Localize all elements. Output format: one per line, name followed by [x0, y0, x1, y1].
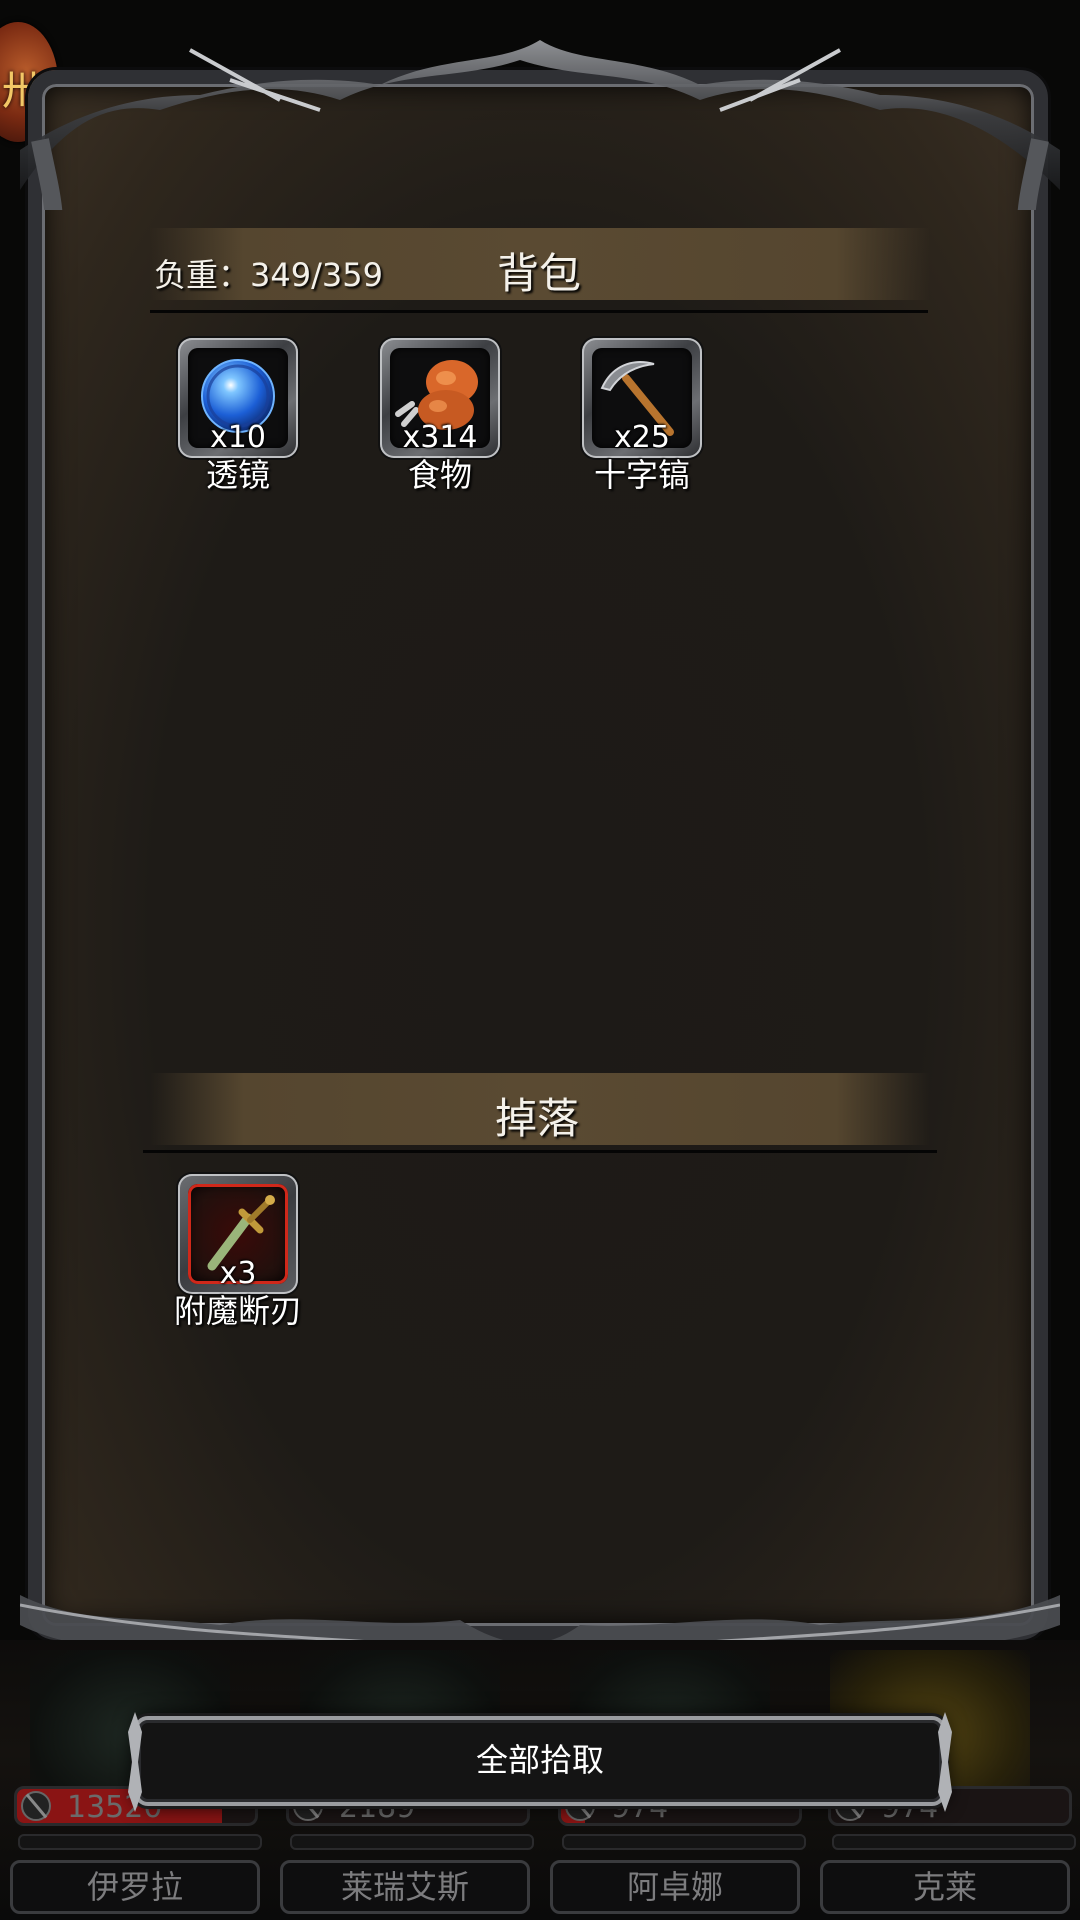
sword-stat-icon — [21, 1791, 51, 1821]
item-name: 附魔断刃 — [173, 1292, 302, 1330]
party-member-name[interactable]: 阿卓娜 — [550, 1860, 800, 1914]
party-member-name[interactable]: 莱瑞艾斯 — [280, 1860, 530, 1914]
backpack-title: 背包 — [497, 249, 582, 298]
party-member-name[interactable]: 克莱 — [820, 1860, 1070, 1914]
party-mp-bar — [832, 1834, 1076, 1850]
party-mp-bar — [18, 1834, 262, 1850]
party-mp-bar — [562, 1834, 806, 1850]
item-name: 十字镐 — [593, 456, 690, 494]
drop-item-enchanted-blade[interactable]: x3 附魔断刃 — [174, 1174, 306, 1330]
collect-all-button[interactable]: 全部拾取 — [128, 1712, 952, 1812]
party-mp-bar — [290, 1834, 534, 1850]
drops-header-rule — [143, 1150, 937, 1153]
backpack-item-pickaxe[interactable]: x25 十字镐 — [580, 338, 710, 494]
item-name: 食物 — [407, 456, 472, 494]
button-left-ornament — [128, 1712, 142, 1812]
backpack-header-rule — [150, 310, 928, 313]
backpack-item-lens[interactable]: x10 透镜 — [176, 338, 306, 494]
party-member-name[interactable]: 伊罗拉 — [10, 1860, 260, 1914]
carry-weight-label: 负重：349/359 — [154, 256, 383, 294]
button-right-ornament — [938, 1712, 952, 1812]
backpack-item-food[interactable]: x314 食物 — [378, 338, 508, 494]
collect-all-label: 全部拾取 — [475, 1741, 604, 1779]
loot-panel-frame — [28, 70, 1048, 1640]
drops-title: 掉落 — [495, 1094, 580, 1143]
item-name: 透镜 — [205, 456, 270, 494]
